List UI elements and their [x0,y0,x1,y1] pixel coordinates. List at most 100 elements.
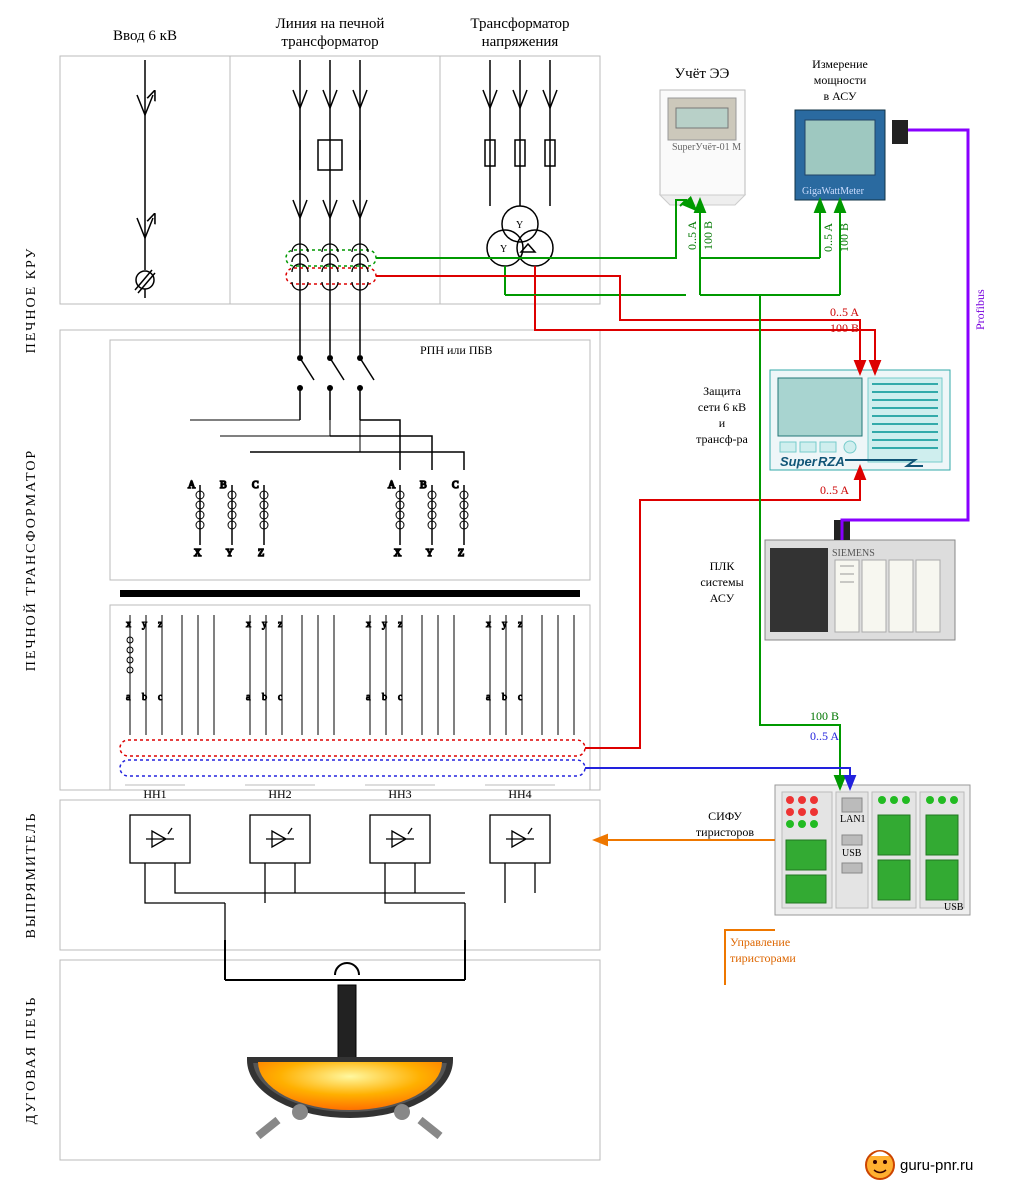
svg-text:X: X [394,548,402,559]
svg-text:x: x [126,619,131,630]
svg-text:B: B [420,480,427,491]
svg-text:RZA: RZA [818,454,845,469]
svg-text:y: y [262,619,267,630]
svg-text:c: c [518,692,523,703]
svg-text:C: C [452,480,459,491]
svg-text:Z: Z [458,548,464,559]
svg-text:сети 6 кВ: сети 6 кВ [698,400,746,414]
voltage-transformer: Y Y [483,60,557,295]
svg-text:y: y [142,619,147,630]
row-kru-label: ПЕЧНОЕ КРУ [24,247,39,354]
svg-text:100 В: 100 В [810,709,839,723]
svg-text:0..5 A: 0..5 A [810,729,839,743]
svg-text:Y: Y [426,548,433,559]
svg-text:Измерение: Измерение [812,57,868,71]
svg-text:GigaWattMeter: GigaWattMeter [802,186,865,197]
svg-text:НН1: НН1 [143,787,166,801]
feeder-line [286,60,376,303]
svg-text:0..5 A: 0..5 A [821,223,835,252]
svg-text:Y: Y [500,244,507,255]
busbar [120,590,580,597]
svg-text:100 В: 100 В [837,223,851,252]
svg-text:Z: Z [258,548,264,559]
col-line-2: трансформатор [281,34,378,50]
svg-text:c: c [278,692,283,703]
svg-text:z: z [518,619,523,630]
svg-text:мощности: мощности [814,73,867,87]
svg-text:SIEMENS: SIEMENS [832,548,875,559]
power-meter: Измерение мощности в АСУ GigaWattMeter [795,57,908,200]
svg-text:a: a [246,692,251,703]
svg-text:системы: системы [700,575,743,589]
site-url: guru-pnr.ru [900,1157,973,1174]
svg-text:Y: Y [516,220,523,231]
plc: ПЛК системы АСУ SIEMENS [700,520,955,640]
svg-text:Учёт ЭЭ: Учёт ЭЭ [675,66,730,82]
svg-text:z: z [158,619,163,630]
hv-windings: A B C X Y Z A B C X Y Z [188,420,468,560]
svg-text:Super: Super [780,454,818,469]
lv-groups: xyz abc xyzabc xyzabc xyzabc НН1 НН2 НН3… [120,615,585,801]
svg-text:и: и [719,416,726,430]
col-line-1: Линия на печной [276,16,385,32]
rectifier-box [60,800,600,950]
svg-text:Profibus: Profibus [973,289,987,330]
site-logo: guru-pnr.ru [866,1151,973,1179]
svg-text:ПЛК: ПЛК [710,559,736,573]
svg-text:СИФУ: СИФУ [708,809,742,823]
tap-changer: РПН или ПБВ A B C X Y Z A B C X Y Z [120,303,580,597]
svg-text:a: a [126,692,131,703]
svg-text:НН3: НН3 [388,787,411,801]
svg-text:0..5 A: 0..5 A [830,305,859,319]
svg-text:РПН или ПБВ: РПН или ПБВ [420,343,492,357]
svg-text:x: x [246,619,251,630]
svg-text:x: x [366,619,371,630]
svg-text:z: z [278,619,283,630]
svg-text:y: y [502,619,507,630]
svg-text:Управление: Управление [730,935,790,949]
svg-text:c: c [398,692,403,703]
svg-text:НН4: НН4 [508,787,531,801]
svg-text:B: B [220,480,227,491]
svg-text:в АСУ: в АСУ [823,89,857,103]
svg-text:X: X [194,548,202,559]
svg-text:x: x [486,619,491,630]
arc-furnace [225,940,465,1136]
svg-text:Защита: Защита [703,384,741,398]
svg-text:0..5 A: 0..5 A [685,221,699,250]
svg-text:НН2: НН2 [268,787,291,801]
svg-text:a: a [486,692,491,703]
svg-text:100 В: 100 В [830,321,859,335]
svg-text:Y: Y [226,548,233,559]
diagram-root: ПЕЧНОЕ КРУ ПЕЧНОЙ ТРАНСФОРМАТОР ВЫПРЯМИТ… [0,0,1009,1190]
col-vt-1: Трансформатор [470,16,569,32]
svg-text:0..5 A: 0..5 A [820,483,849,497]
energy-meter: Учёт ЭЭ SuperУчёт-01 М [660,66,745,205]
relay-protection: Защита сети 6 кВ и трансф-ра Super RZA [696,370,950,470]
col-input: Ввод 6 кВ [113,28,177,44]
sifu: СИФУ тиристоров LAN1 USB USB [696,785,970,915]
row-furnace-label: ДУГОВАЯ ПЕЧЬ [24,996,39,1125]
input-feeder [135,60,155,298]
col-vt-2: напряжения [482,34,559,50]
svg-text:b: b [262,692,267,703]
svg-text:b: b [382,692,387,703]
svg-text:USB: USB [944,902,964,913]
svg-text:z: z [398,619,403,630]
svg-text:A: A [388,480,396,491]
row-rect-label: ВЫПРЯМИТЕЛЬ [24,812,39,939]
svg-text:трансф-ра: трансф-ра [696,432,748,446]
svg-text:тиристорами: тиристорами [730,951,796,965]
row-trans-label: ПЕЧНОЙ ТРАНСФОРМАТОР [22,449,39,671]
svg-text:тиристоров: тиристоров [696,825,755,839]
svg-text:АСУ: АСУ [710,591,735,605]
rectifiers [130,815,550,940]
svg-text:a: a [366,692,371,703]
svg-text:b: b [142,692,147,703]
svg-text:SuperУчёт-01 М: SuperУчёт-01 М [672,142,741,153]
svg-text:100 В: 100 В [701,221,715,250]
svg-text:C: C [252,480,259,491]
svg-text:y: y [382,619,387,630]
svg-text:LAN1: LAN1 [840,814,866,825]
svg-text:b: b [502,692,507,703]
